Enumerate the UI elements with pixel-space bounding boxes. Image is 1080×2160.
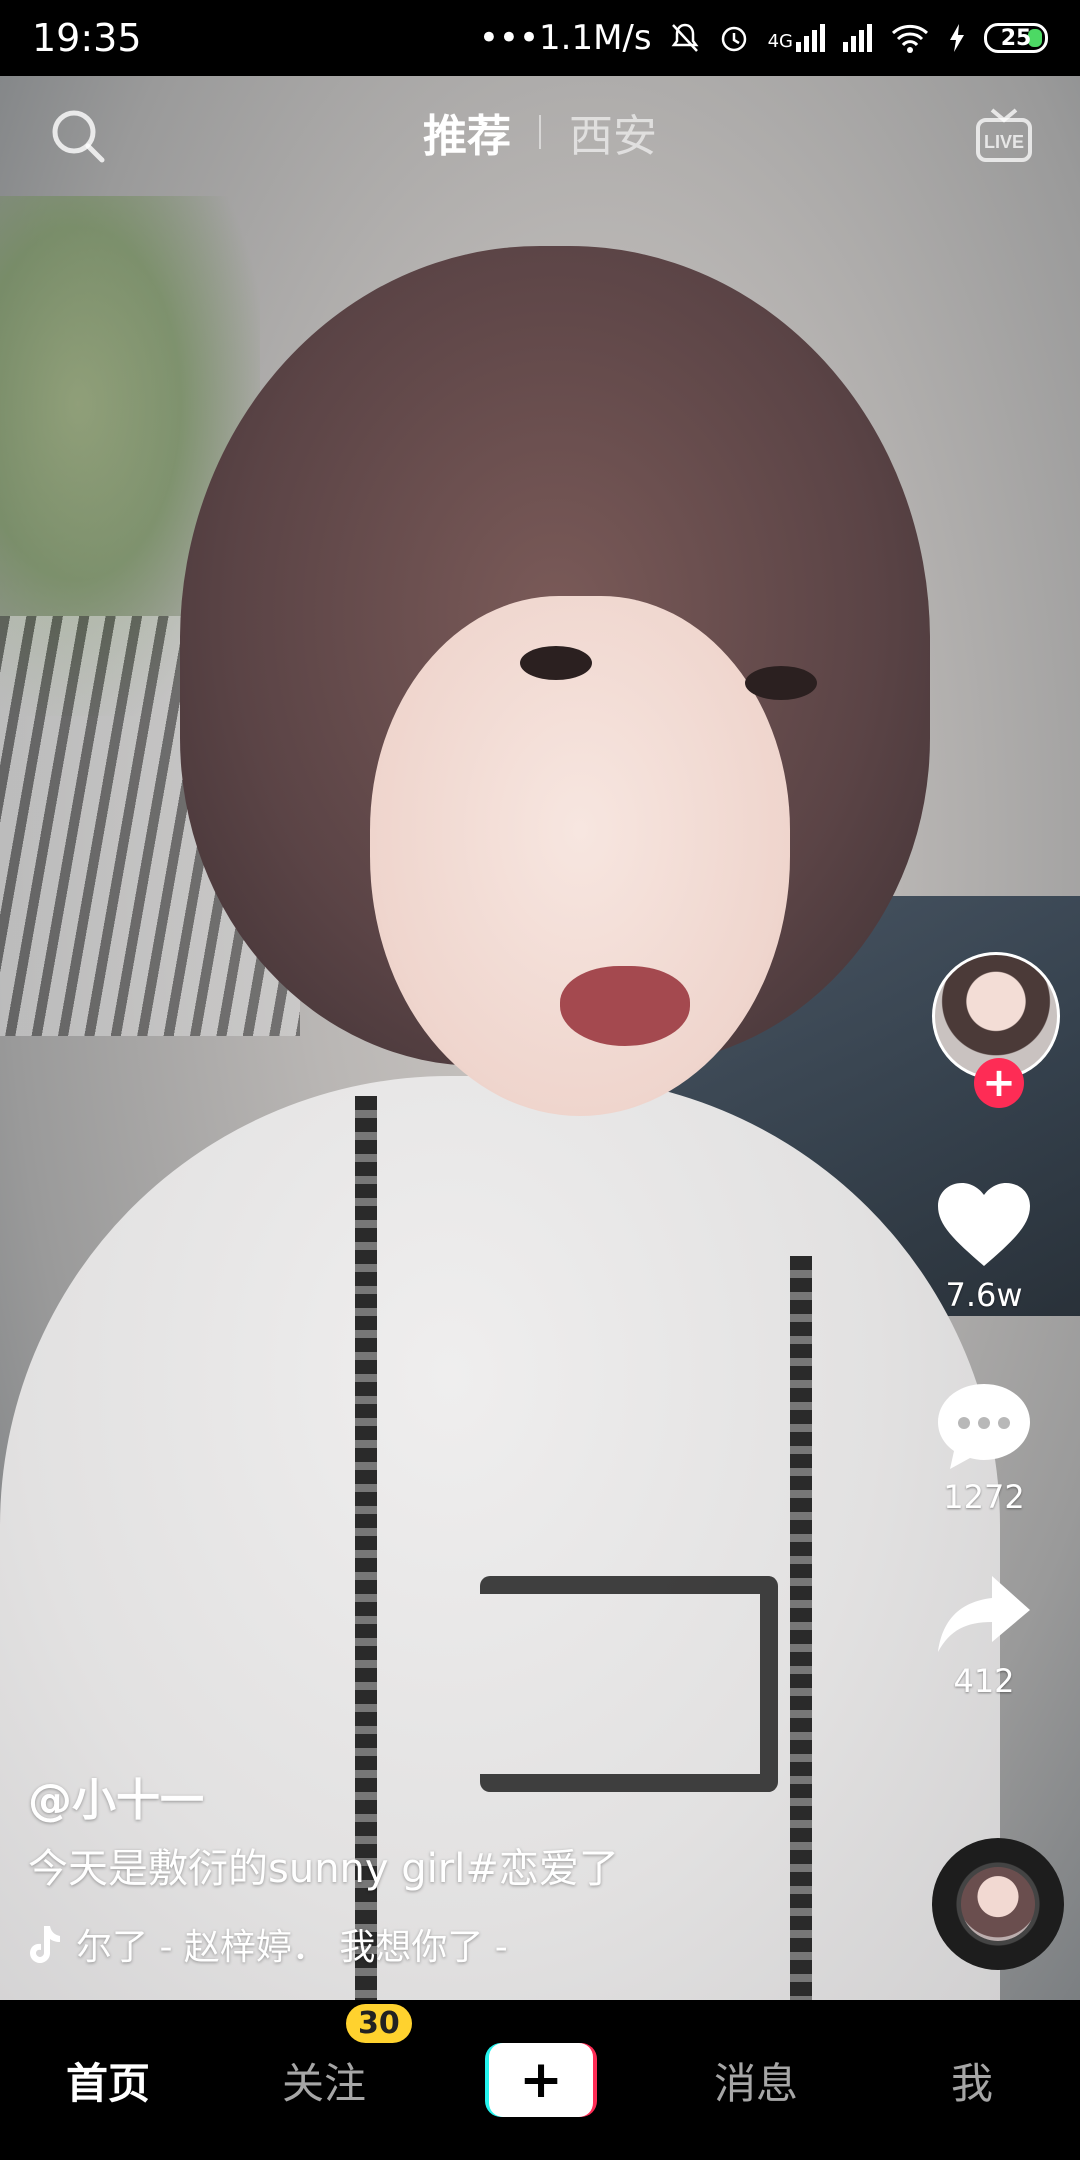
charging-icon <box>950 24 964 52</box>
comment-icon <box>938 1384 1030 1469</box>
live-icon: LIVE <box>976 108 1032 162</box>
heart-icon <box>938 1183 1030 1266</box>
nav-me[interactable]: 我 <box>864 2050 1080 2111</box>
network-speed: •••1.1M/s <box>478 18 652 58</box>
like-button[interactable]: 7.6w <box>924 1180 1044 1314</box>
status-time: 19:35 <box>32 16 142 60</box>
comment-button[interactable]: 1272 <box>924 1380 1044 1516</box>
alarm-icon <box>721 26 746 52</box>
share-button[interactable]: 412 <box>924 1572 1044 1700</box>
video-description[interactable]: 今天是敷衍的sunny girl#恋爱了 <box>28 1836 619 1894</box>
like-count: 7.6w <box>945 1276 1023 1314</box>
nav-messages[interactable]: 消息 <box>648 2050 864 2111</box>
create-button[interactable]: + <box>485 2043 597 2117</box>
nav-following-label: 关注 <box>281 2058 366 2108</box>
plus-icon: + <box>982 1060 1016 1106</box>
following-badge: 30 <box>346 2003 412 2043</box>
share-icon <box>938 1576 1030 1652</box>
bottom-nav: 首页 关注 30 + 消息 我 <box>0 2000 1080 2160</box>
share-count: 412 <box>953 1662 1015 1700</box>
person-eye-right <box>745 666 817 700</box>
shirt-print <box>480 1576 778 1792</box>
battery-indicator: 25 <box>984 23 1048 53</box>
music-title: 尔了 - 赵梓婷． 我想你了 - <box>76 1927 508 1968</box>
feed-tabs: 推荐 西安 <box>0 100 1080 164</box>
status-icons: •••1.1M/s 4G 25 <box>479 18 1048 58</box>
signal-4g-icon: 4G <box>768 24 825 52</box>
follow-button[interactable]: + <box>974 1058 1024 1108</box>
status-bar: 19:35 •••1.1M/s 4G 25 <box>0 0 1080 76</box>
svg-text:LIVE: LIVE <box>984 132 1024 152</box>
signal-icon <box>843 24 872 52</box>
video-player[interactable] <box>0 76 1080 2000</box>
music-cover <box>961 1867 1035 1941</box>
person-eye-left <box>520 646 592 680</box>
nav-home[interactable]: 首页 <box>0 2050 216 2111</box>
plus-icon: + <box>489 2043 593 2117</box>
music-info[interactable]: 尔了 - 赵梓婷． 我想你了 - <box>28 1918 508 1970</box>
music-note-icon <box>30 1926 60 1963</box>
bag-chain-right <box>790 1256 812 2000</box>
nav-create[interactable]: + <box>432 2043 648 2117</box>
creator-avatar[interactable]: + <box>932 952 1066 1108</box>
live-button[interactable]: LIVE <box>972 104 1036 168</box>
person-mouth <box>560 966 690 1046</box>
tab-local-city[interactable]: 西安 <box>541 100 685 164</box>
wifi-icon <box>891 24 929 53</box>
music-disc[interactable] <box>932 1838 1064 1970</box>
nav-following[interactable]: 关注 30 <box>216 2003 432 2111</box>
bell-muted-icon <box>671 23 699 52</box>
creator-username[interactable]: @小十一 <box>28 1764 204 1828</box>
comment-count: 1272 <box>943 1478 1025 1516</box>
tab-recommend[interactable]: 推荐 <box>395 100 539 164</box>
